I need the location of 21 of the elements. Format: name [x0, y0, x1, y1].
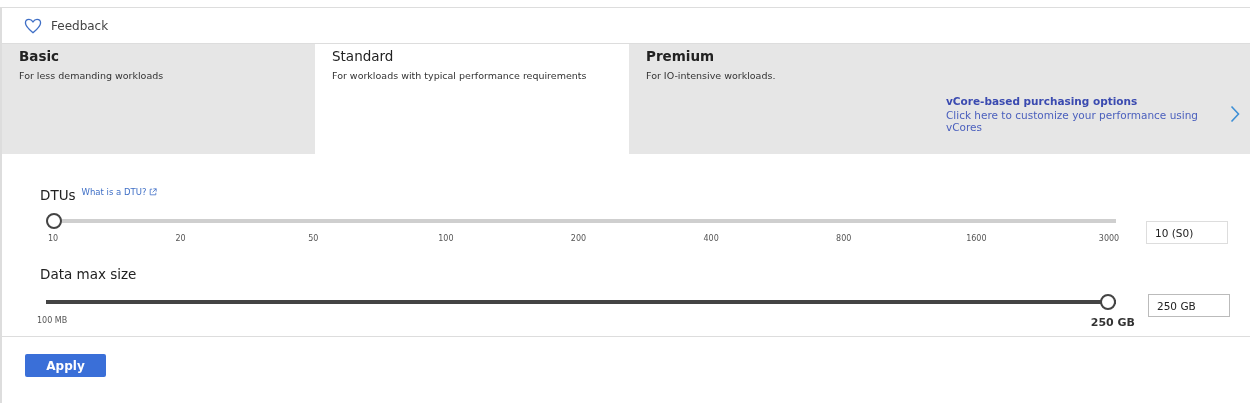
tick-label: 10	[48, 234, 60, 243]
tick-label: 800	[835, 234, 853, 243]
apply-button[interactable]: Apply	[25, 354, 106, 377]
min-label: 100 MB	[37, 316, 68, 327]
current-value-label: 250 GB	[1090, 316, 1135, 329]
help-link[interactable]: What is a DTU?	[81, 187, 158, 197]
vcore-link[interactable]: vCore-based purchasing options Click here to customize your performance using vCores	[946, 78, 1240, 150]
tier-tab[interactable]: Basic For less demanding workloads	[2, 44, 315, 154]
tier-tab[interactable]: Premium For IO-intensive workloads. vCore-based purchasing options Click here to customize your performance using vCores	[628, 44, 1250, 154]
tick-label: 3000	[1097, 234, 1121, 243]
tick-label: 200	[569, 234, 588, 243]
tick-label: 400	[702, 234, 720, 243]
value-field[interactable]: 250 GB	[1148, 294, 1230, 317]
tick-label: 100	[437, 234, 455, 243]
slider-label: Data max size	[40, 266, 137, 282]
tick-label: 1600	[965, 234, 988, 243]
slider-label: DTUs	[40, 187, 76, 203]
tick-label: 20	[174, 234, 187, 243]
value-field[interactable]: 10 (S0)	[1146, 221, 1228, 244]
feedback-button[interactable]: Feedback	[24, 17, 109, 34]
tick-label: 50	[307, 234, 320, 243]
